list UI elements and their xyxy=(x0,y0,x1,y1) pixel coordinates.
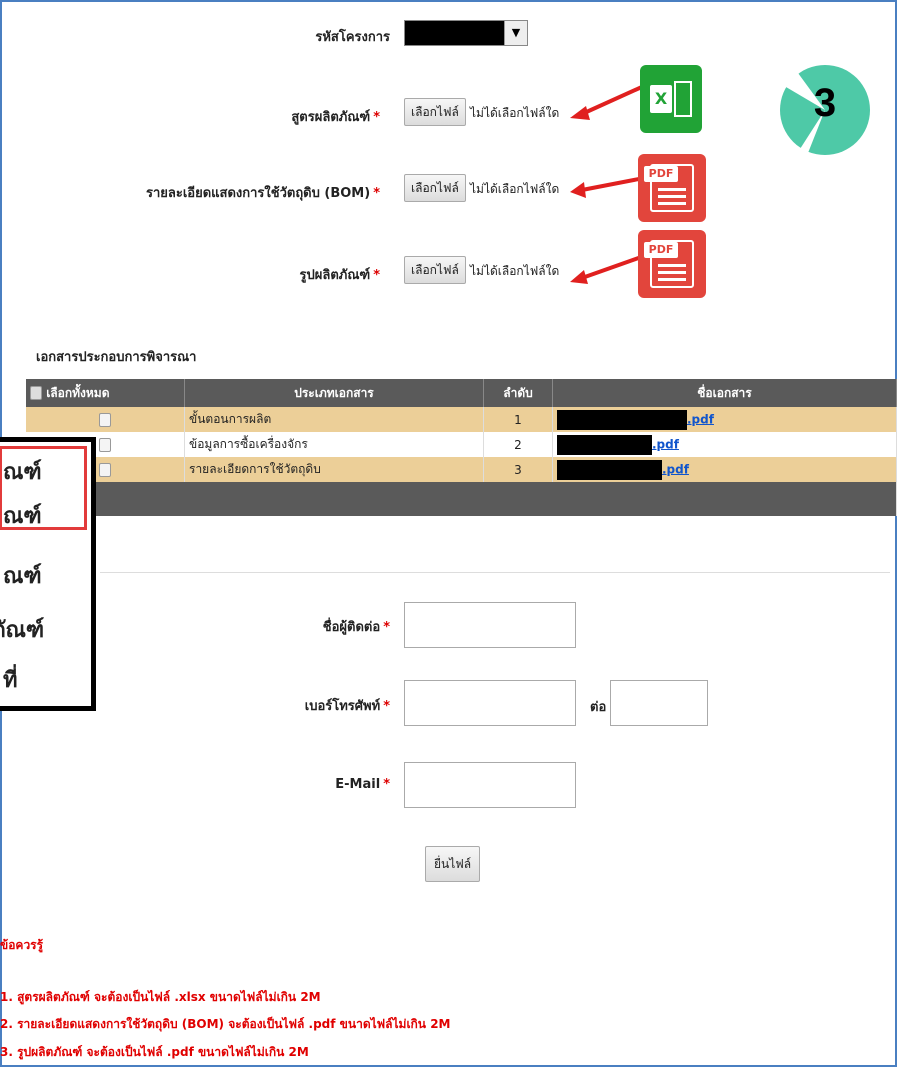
contact-name-label: ชื่อผู้ติดต่อ * xyxy=(322,620,390,635)
redacted-filename xyxy=(557,409,687,430)
file-status-product-image: ไม่ได้เลือกไฟล์ใด xyxy=(470,264,560,278)
divider xyxy=(100,572,890,573)
doc-file-link[interactable]: .pdf xyxy=(652,437,679,451)
choose-file-button-formula[interactable]: เลือกไฟล์ xyxy=(404,98,466,126)
project-code-label: รหัสโครงการ xyxy=(315,30,390,45)
doc-type-cell: ขั้นตอนการผลิต xyxy=(184,407,484,432)
arrow-icon xyxy=(570,176,645,198)
file-status-bom: ไม่ได้เลือกไฟล์ใด xyxy=(470,182,560,196)
order-header: ลำดับ xyxy=(483,379,553,407)
table-row: ข้อมูลการซื้อเครื่องจักร 2 .pdf xyxy=(26,432,897,457)
docs-section-title: เอกสารประกอบการพิจารณา xyxy=(36,350,197,365)
redacted-filename xyxy=(557,459,662,480)
order-cell: 2 xyxy=(483,432,553,457)
extension-input[interactable] xyxy=(610,680,708,726)
note-item: 2. รายละเอียดแสดงการใช้วัตถุดิบ (BOM) จะ… xyxy=(0,1017,451,1031)
doc-type-header: ประเภทเอกสาร xyxy=(184,379,484,407)
email-label: E-Mail * xyxy=(335,777,390,792)
row-checkbox[interactable] xyxy=(99,412,111,427)
popup-item[interactable]: ณฑ์ xyxy=(3,558,42,593)
table-row: ขั้นตอนการผลิต 1 .pdf xyxy=(26,407,897,432)
upload-label-product-image: รูปผลิตภัณฑ์ * xyxy=(299,268,381,283)
phone-label: เบอร์โทรศัพท์ * xyxy=(304,699,390,714)
doc-name-header: ชื่อเอกสาร xyxy=(552,379,897,407)
note-item: 1. สูตรผลิตภัณฑ์ จะต้องเป็นไฟล์ .xlsx ขน… xyxy=(0,990,321,1004)
popup-item[interactable]: ภัณฑ์ xyxy=(0,612,44,647)
file-status-formula: ไม่ได้เลือกไฟล์ใด xyxy=(470,106,560,120)
contact-name-input[interactable] xyxy=(404,602,576,648)
upload-label-bom: รายละเอียดแสดงการใช้วัตถุดิบ (BOM) * xyxy=(145,186,380,201)
pdf-icon: PDF xyxy=(638,154,706,222)
doc-type-cell: รายละเอียดการใช้วัตถุดิบ xyxy=(184,457,484,482)
redacted-filename xyxy=(557,434,652,455)
order-cell: 1 xyxy=(483,407,553,432)
arrow-icon xyxy=(570,254,645,284)
notes-title: ข้อควรรู้ xyxy=(0,938,44,952)
email-input[interactable] xyxy=(404,762,576,808)
option-popup: ณฑ์ ณฑ์ ณฑ์ ภัณฑ์ ที่ xyxy=(0,437,96,711)
choose-file-button-product-image[interactable]: เลือกไฟล์ xyxy=(404,256,466,284)
excel-icon: X xyxy=(640,65,702,133)
select-all-header[interactable]: เลือกทั้งหมด xyxy=(26,379,185,407)
choose-file-button-bom[interactable]: เลือกไฟล์ xyxy=(404,174,466,202)
pdf-icon: PDF xyxy=(638,230,706,298)
phone-input[interactable] xyxy=(404,680,576,726)
doc-file-link[interactable]: .pdf xyxy=(687,412,714,426)
step-badge-number: 3 xyxy=(813,81,837,125)
popup-item[interactable]: ณฑ์ xyxy=(3,498,42,533)
doc-file-link[interactable]: .pdf xyxy=(662,462,689,476)
popup-item[interactable]: ณฑ์ xyxy=(3,454,42,489)
select-all-checkbox[interactable] xyxy=(30,386,42,400)
doc-type-cell: ข้อมูลการซื้อเครื่องจักร xyxy=(184,432,484,457)
extension-label: ต่อ xyxy=(590,700,607,715)
docs-table-header: เลือกทั้งหมด ประเภทเอกสาร ลำดับ ชื่อเอกส… xyxy=(26,379,897,407)
popup-item[interactable]: ที่ xyxy=(3,662,18,697)
chevron-down-icon: ▼ xyxy=(504,21,527,45)
step-badge: 3 xyxy=(778,63,872,157)
docs-table: เลือกทั้งหมด ประเภทเอกสาร ลำดับ ชื่อเอกส… xyxy=(26,379,897,516)
arrow-icon xyxy=(570,84,645,120)
submit-files-button[interactable]: ยื่นไฟล์ xyxy=(425,846,481,882)
page-frame xyxy=(0,0,897,1067)
table-row: รายละเอียดการใช้วัตถุดิบ 3 .pdf xyxy=(26,457,897,482)
row-checkbox[interactable] xyxy=(99,437,111,452)
order-cell: 3 xyxy=(483,457,553,482)
project-code-select[interactable]: ▼ xyxy=(404,20,528,46)
row-checkbox[interactable] xyxy=(99,462,111,477)
note-item: 3. รูปผลิตภัณฑ์ จะต้องเป็นไฟล์ .pdf ขนาด… xyxy=(0,1045,309,1059)
upload-label-formula: สูตรผลิตภัณฑ์ * xyxy=(291,110,380,125)
table-footer xyxy=(26,482,897,516)
